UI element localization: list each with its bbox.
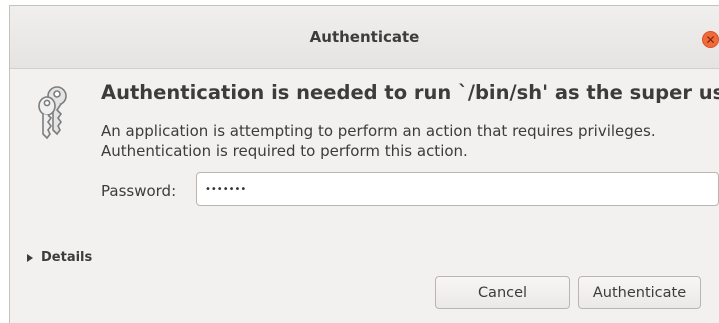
title-bar: Authenticate ✕: [10, 6, 719, 69]
details-expander[interactable]: Details: [27, 250, 92, 265]
authenticate-dialog: Authenticate ✕ Authentication is needed …: [9, 5, 719, 323]
dialog-heading: Authentication is needed to run `/bin/sh…: [101, 81, 719, 104]
password-field[interactable]: [196, 172, 719, 206]
details-label: Details: [41, 250, 93, 265]
expander-triangle-icon: [27, 253, 33, 262]
password-label: Password:: [101, 182, 177, 200]
keys-icon: [38, 86, 67, 140]
authenticate-button[interactable]: Authenticate: [578, 276, 701, 309]
window-title: Authenticate: [309, 28, 420, 46]
close-icon: ✕: [705, 32, 716, 47]
close-button[interactable]: ✕: [702, 31, 719, 48]
cancel-button[interactable]: Cancel: [435, 276, 570, 309]
dialog-message: An application is attempting to perform …: [101, 122, 656, 160]
